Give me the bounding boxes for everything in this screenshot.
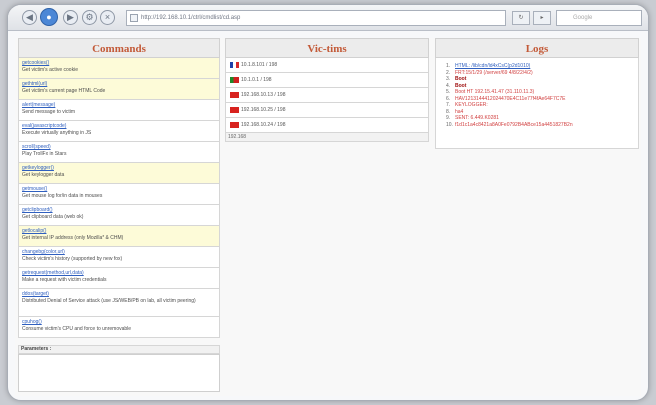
command-link[interactable]: getcookies() — [22, 60, 216, 67]
forward-icon[interactable]: ▶ — [63, 10, 78, 25]
victims-list: 10.1.8.101 / 198 10.1.0.1 / 198 192.168.10… — [225, 58, 429, 142]
log-text: Boot — [455, 76, 467, 82]
back-icon[interactable]: ◀ — [22, 10, 37, 25]
command-link[interactable]: getkeylogger() — [22, 165, 216, 172]
browser-toolbar: ◀ ● ▶ ⚙ × http://192.168.10.1/ctrl/cmdli… — [8, 5, 648, 31]
command-description: Get clipboard data (web ok) — [22, 214, 84, 220]
logs-title: Logs — [435, 38, 639, 58]
command-description: Check victim's history (supported by new… — [22, 256, 123, 262]
command-link[interactable]: gethtml(url) — [22, 81, 216, 88]
commands-list: getcookies() Get victim's active cookie ge… — [18, 58, 220, 338]
command-description: Play TrollFx in Stars — [22, 151, 67, 157]
victim-row[interactable]: 192.168.10.13 / 198 — [225, 88, 429, 103]
address-text: http://192.168.10.1/ctrl/cmdlist/cd.asp — [141, 15, 241, 21]
command-link[interactable]: getrequest(method,url,data) — [22, 270, 216, 277]
command-link[interactable]: changebg(color,url) — [22, 249, 216, 256]
refresh-button[interactable]: ↻ — [512, 11, 530, 25]
command-item: scroll(speed) Play TrollFx in Stars — [18, 142, 220, 163]
victim-address: 10.1.8.101 — [241, 62, 265, 68]
command-item: ddos(target) Distributed Denial of Servic… — [18, 289, 220, 317]
victims-panel: Vic-tims 10.1.8.101 / 198 10.1.0.1 / 198 1… — [225, 38, 429, 149]
command-item: getkeylogger() Get keylogger data — [18, 163, 220, 184]
command-item: getmouse() Get mouse log for/in data in m… — [18, 184, 220, 205]
command-item: changebg(color,url) Check victim's histor… — [18, 247, 220, 268]
command-description: Get internal IP address (only Mozilla* &… — [22, 235, 124, 241]
flag-icon — [230, 107, 239, 113]
command-item: eval(javascriptcode) Execute virtually an… — [18, 121, 220, 142]
victims-footer: 192.168 — [225, 133, 429, 142]
logs-list: 1. HTML: /lib/cdn/ld4xCsC(p2d1010) 2. FRT:1… — [435, 58, 639, 149]
log-text: HAV1213144412024470E4C11e77f4fAe64F7C7E — [455, 95, 566, 102]
browser-window: ◀ ● ▶ ⚙ × http://192.168.10.1/ctrl/cmdli… — [7, 4, 649, 401]
home-icon[interactable]: ● — [40, 8, 58, 26]
victim-suffix: / 198 — [260, 77, 272, 83]
command-link[interactable]: eval(javascriptcode) — [22, 123, 216, 130]
log-entry: 10. f1d1c1a4c8421a8A0Fe0792B4ABce15a44518… — [446, 122, 634, 129]
victim-suffix: / 198 — [274, 92, 286, 98]
victim-row[interactable]: 192.168.10.25 / 198 — [225, 103, 429, 118]
victim-row[interactable]: 10.1.0.1 / 198 — [225, 73, 429, 88]
command-item: getrequest(method,url,data) Make a reques… — [18, 268, 220, 289]
command-link[interactable]: scroll(speed) — [22, 144, 216, 151]
parameters-label: Parameters : — [18, 345, 220, 354]
victim-row[interactable]: 10.1.8.101 / 198 — [225, 58, 429, 73]
command-description: Consume victim's CPU and force to unremo… — [22, 326, 132, 332]
command-link[interactable]: getmouse() — [22, 186, 216, 193]
command-item: getlocalip() Get internal IP address (onl… — [18, 226, 220, 247]
stop-icon[interactable]: × — [100, 10, 115, 25]
go-button[interactable]: ▸ — [533, 11, 551, 25]
command-description: Get victim's active cookie — [22, 67, 78, 73]
command-description: Get keylogger data — [22, 172, 65, 178]
log-text: Boot — [455, 82, 467, 89]
commands-title: Commands — [18, 38, 220, 58]
command-description: Get mouse log for/in data in mouses — [22, 193, 103, 199]
log-text: Boot HT 192.15.41.47 (31.110.11.3) — [455, 89, 535, 95]
flag-icon — [230, 62, 239, 68]
search-input[interactable]: Google — [556, 10, 642, 26]
victims-title: Vic-tims — [225, 38, 429, 58]
command-description: Make a request with victim credentials — [22, 277, 107, 283]
logs-panel: Logs 1. HTML: /lib/cdn/ld4xCsC(p2d1010) 2.… — [435, 38, 639, 149]
log-text: ha4 — [455, 108, 464, 115]
command-description: Distributed Denial of Service attack (us… — [22, 298, 196, 304]
log-text: KEYLOGGER: — [455, 102, 488, 108]
command-link[interactable]: ddos(target) — [22, 291, 216, 298]
victim-suffix: / 198 — [274, 122, 286, 128]
command-link[interactable]: alert(message) — [22, 102, 216, 109]
command-item: gethtml(url) Get victim's current page HT… — [18, 79, 220, 100]
page-icon — [130, 14, 138, 22]
flag-icon — [230, 122, 239, 128]
command-item: alert(message) Send message to victim — [18, 100, 220, 121]
command-item: cpuhog() Consume victim's CPU and force t… — [18, 317, 220, 338]
command-description: Send message to victim — [22, 109, 76, 115]
victim-row[interactable]: 192.168.10.24 / 198 — [225, 118, 429, 133]
victim-address: 192.168.10.13 — [241, 92, 273, 98]
command-description: Execute virtually anything in JS — [22, 130, 92, 136]
log-text: FRT:15/1/29 (/server/69 4/8/22/4/2) — [455, 69, 533, 76]
flag-icon — [230, 92, 239, 98]
page-content: Commands getcookies() Get victim's active… — [15, 38, 641, 396]
victim-suffix: / 198 — [266, 62, 278, 68]
command-description: Get victim's current page HTML Code — [22, 88, 106, 94]
victim-address: 10.1.0.1 — [241, 77, 260, 83]
address-bar[interactable]: http://192.168.10.1/ctrl/cmdlist/cd.asp — [126, 10, 506, 26]
command-link[interactable]: getlocalip() — [22, 228, 216, 235]
settings-icon[interactable]: ⚙ — [82, 10, 97, 25]
flag-icon — [230, 77, 239, 83]
commands-panel: Commands getcookies() Get victim's active… — [18, 38, 220, 394]
log-text[interactable]: HTML: /lib/cdn/ld4xCsC(p2d1010) — [455, 63, 530, 69]
victim-suffix: / 198 — [274, 107, 286, 113]
command-item: getcookies() Get victim's active cookie — [18, 58, 220, 79]
log-text: f1d1c1a4c8421a8A0Fe0792B4ABce15a4451827B… — [455, 121, 573, 128]
command-item: getclipboard() Get clipboard data (web ok… — [18, 205, 220, 226]
command-link[interactable]: getclipboard() — [22, 207, 216, 214]
parameters-textarea[interactable] — [18, 354, 220, 392]
log-number: 10. — [446, 121, 453, 128]
command-link[interactable]: cpuhog() — [22, 319, 216, 326]
log-text: SENT: 6.449.K0281 — [455, 115, 499, 121]
victim-address: 192.168.10.24 — [241, 122, 273, 128]
victim-address: 192.168.10.25 — [241, 107, 273, 113]
